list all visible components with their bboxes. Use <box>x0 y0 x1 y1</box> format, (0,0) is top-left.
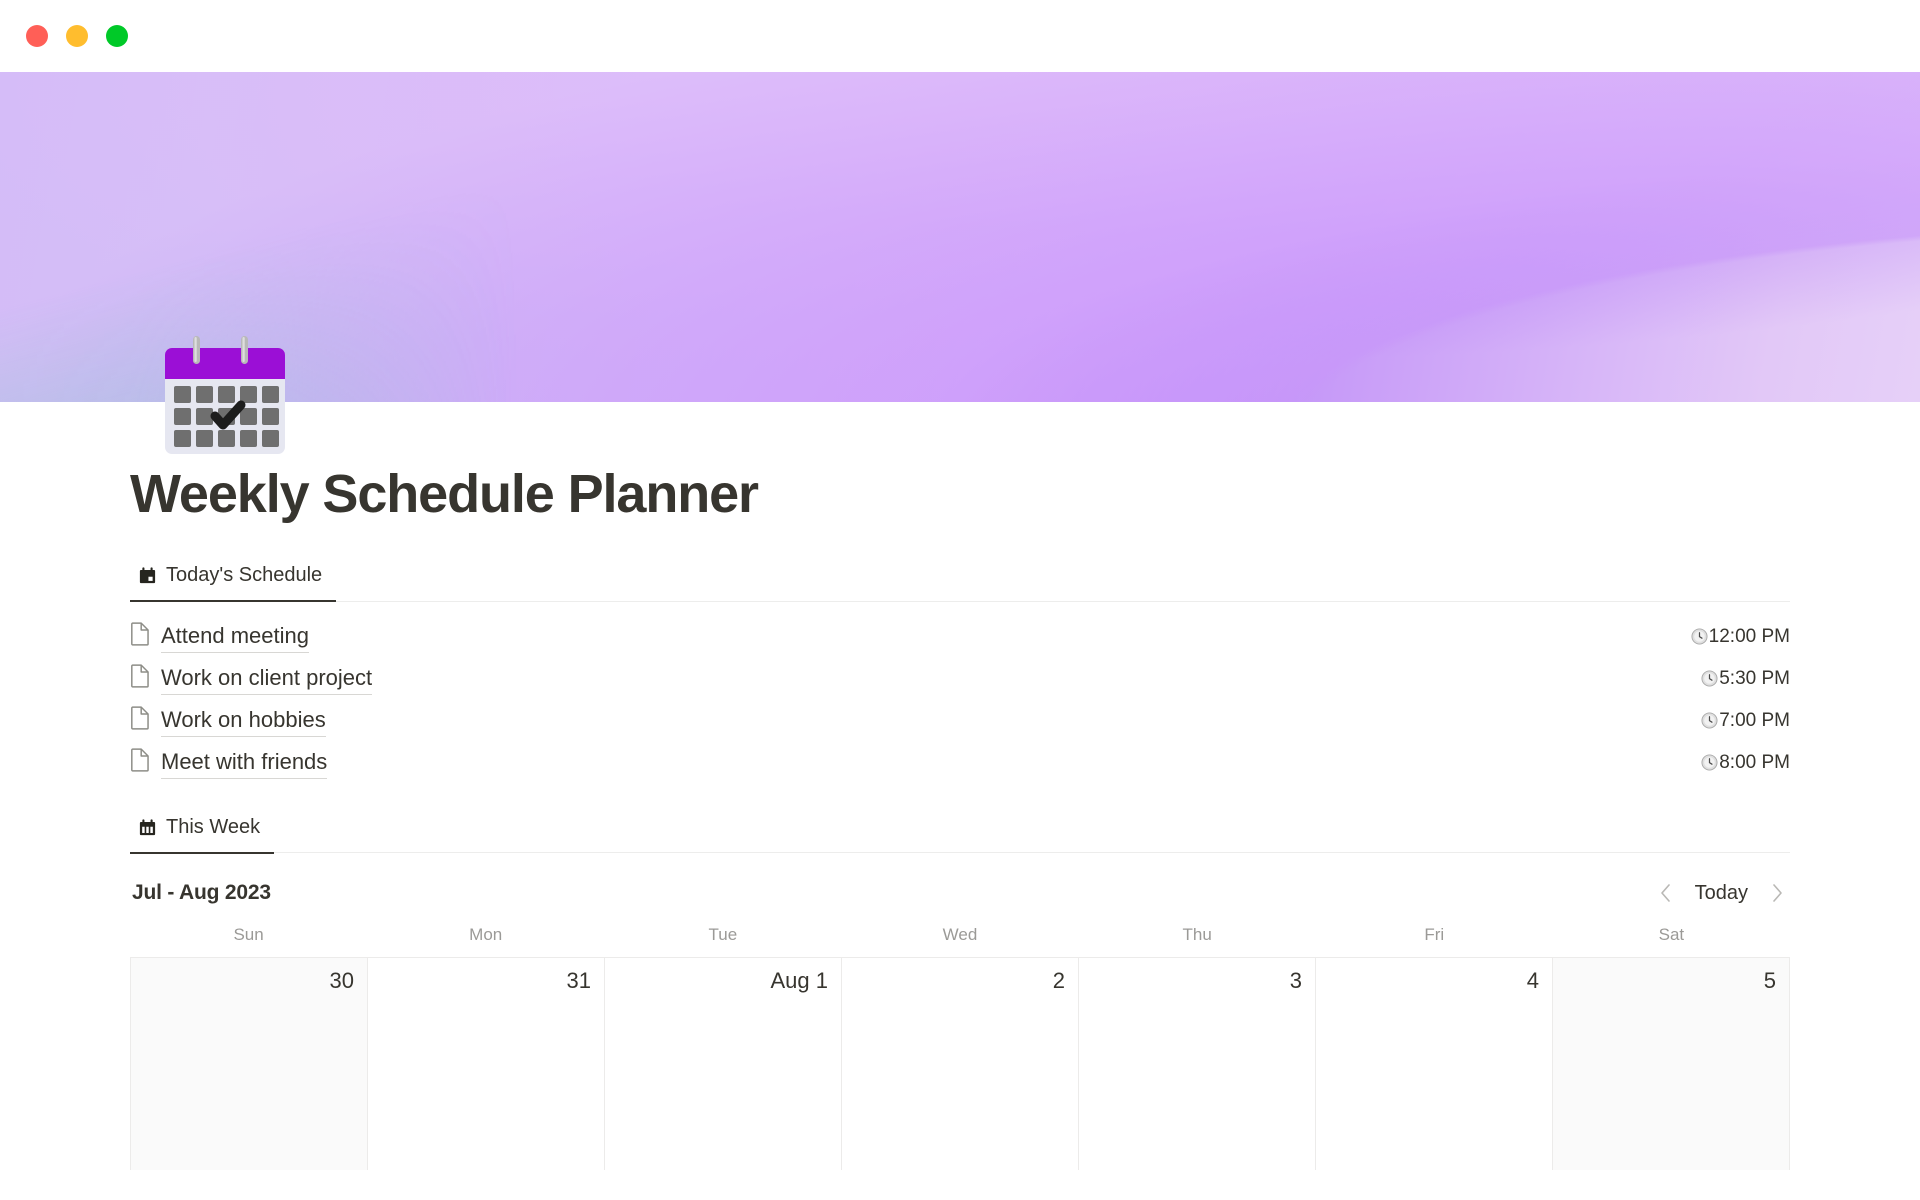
schedule-item[interactable]: Work on client project 5:30 PM <box>130 658 1790 700</box>
schedule-item-time: 5:30 PM <box>1701 668 1790 690</box>
calendar-day-header: Sat <box>1658 925 1685 945</box>
schedule-item-name[interactable]: Work on client project <box>161 663 373 695</box>
tab-this-week-label: This Week <box>166 815 261 838</box>
calendar-today-button[interactable]: Today <box>1693 882 1750 905</box>
calendar-nav: Today <box>1655 879 1788 907</box>
calendar-day-headers: Sun Mon Tue Wed Thu Fri Sat <box>130 925 1790 957</box>
tab-bar-week: This Week <box>130 814 1790 854</box>
page-icon <box>130 664 151 693</box>
calendar-day-number: 4 <box>1526 968 1539 994</box>
schedule-item-time: 12:00 PM <box>1691 626 1790 648</box>
calendar-day-cell[interactable]: 5 <box>1553 958 1790 1171</box>
schedule-item-name[interactable]: Work on hobbies <box>161 705 326 737</box>
calendar-day-icon <box>138 566 157 585</box>
calendar-week-icon <box>138 818 157 837</box>
calendar-header: Jul - Aug 2023 Today <box>130 879 1790 907</box>
schedule-item-time: 8:00 PM <box>1701 752 1790 774</box>
minimize-window-button[interactable] <box>66 25 88 47</box>
calendar-day-header: Fri <box>1424 925 1445 945</box>
schedule-item-name[interactable]: Meet with friends <box>161 747 328 779</box>
clock-emoji-icon <box>1691 628 1708 645</box>
tab-bar-today: Today's Schedule <box>130 562 1790 603</box>
calendar-day-header: Sun <box>233 925 264 945</box>
chevron-right-icon[interactable] <box>1766 879 1788 907</box>
calendar-day-cell[interactable]: 31 <box>368 958 605 1171</box>
clock-emoji-icon <box>1701 670 1718 687</box>
schedule-item[interactable]: Attend meeting 12:00 PM <box>130 616 1790 658</box>
calendar-month-label: Jul - Aug 2023 <box>132 881 271 905</box>
calendar-day-header: Thu <box>1182 925 1212 945</box>
calendar-day-number: 30 <box>329 968 354 994</box>
traffic-light-group <box>26 25 128 47</box>
schedule-item-time-label: 7:00 PM <box>1719 709 1790 731</box>
calendar-day-number: 3 <box>1289 968 1302 994</box>
window-titlebar <box>0 0 1920 72</box>
page-content: Weekly Schedule Planner Today's Schedule <box>0 402 1920 1171</box>
schedule-item[interactable]: Work on hobbies 7:00 PM <box>130 700 1790 742</box>
schedule-item-name[interactable]: Attend meeting <box>161 621 309 653</box>
page-title: Weekly Schedule Planner <box>130 464 759 524</box>
todays-schedule-list: Attend meeting 12:00 PM Work on client p… <box>130 616 1790 784</box>
page-icon <box>130 622 151 651</box>
page-icon <box>130 748 151 777</box>
calendar-day-cell[interactable]: Aug 1 <box>605 958 842 1171</box>
calendar-day-number: 2 <box>1052 968 1065 994</box>
schedule-item-left: Meet with friends <box>130 747 328 779</box>
clock-emoji-icon <box>1701 754 1718 771</box>
schedule-item-left: Work on hobbies <box>130 705 326 737</box>
page-cover-image[interactable] <box>0 72 1920 402</box>
calendar-day-cell[interactable]: 30 <box>131 958 368 1171</box>
calendar-day-number: 5 <box>1763 968 1776 994</box>
calendar-day-cell[interactable]: 4 <box>1316 958 1553 1171</box>
schedule-item-time-label: 12:00 PM <box>1708 625 1790 647</box>
close-window-button[interactable] <box>26 25 48 47</box>
calendar-day-header: Wed <box>942 925 978 945</box>
chevron-left-icon[interactable] <box>1655 879 1677 907</box>
clock-emoji-icon <box>1701 712 1718 729</box>
calendar-day-number: 31 <box>566 968 591 994</box>
tab-this-week[interactable]: This Week <box>130 814 275 854</box>
calendar-day-cell[interactable]: 3 <box>1079 958 1316 1171</box>
calendar-week-grid: 30 31 Aug 1 2 3 4 5 <box>130 957 1790 1171</box>
spiral-calendar-emoji-icon[interactable] <box>163 334 287 458</box>
tab-todays-schedule-label: Today's Schedule <box>166 564 323 587</box>
schedule-item-time-label: 8:00 PM <box>1719 751 1790 773</box>
calendar-day-header: Tue <box>708 925 738 945</box>
schedule-item-left: Attend meeting <box>130 621 309 653</box>
tab-todays-schedule[interactable]: Today's Schedule <box>130 562 337 603</box>
schedule-item-left: Work on client project <box>130 663 373 695</box>
maximize-window-button[interactable] <box>106 25 128 47</box>
cover-gradient-overlay <box>0 72 1920 402</box>
schedule-item-time-label: 5:30 PM <box>1719 667 1790 689</box>
calendar-day-number: Aug 1 <box>770 968 829 994</box>
schedule-item-time: 7:00 PM <box>1701 710 1790 732</box>
calendar-day-header: Mon <box>469 925 503 945</box>
calendar-day-cell[interactable]: 2 <box>842 958 1079 1171</box>
schedule-item[interactable]: Meet with friends 8:00 PM <box>130 742 1790 784</box>
page-icon <box>130 706 151 735</box>
